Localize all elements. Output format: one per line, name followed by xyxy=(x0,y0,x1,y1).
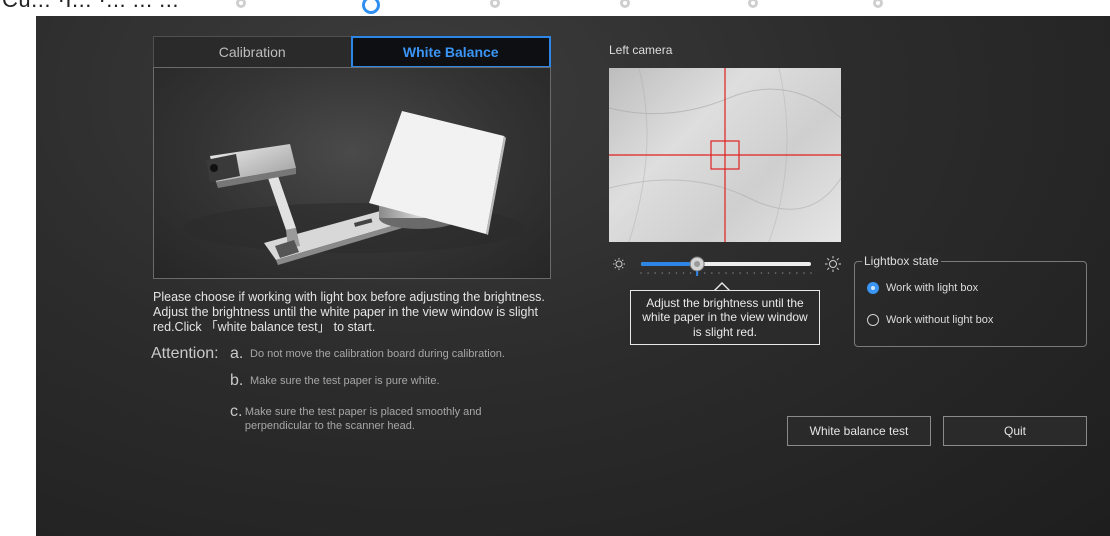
scanner-illustration xyxy=(153,67,551,279)
brightness-tick xyxy=(760,272,763,274)
attention-text: Make sure the test paper is pure white. xyxy=(250,375,440,387)
step-dot-1 xyxy=(236,0,246,8)
step-dot-3 xyxy=(490,0,500,8)
brightness-ticks xyxy=(640,272,812,274)
brightness-tick xyxy=(682,272,685,274)
brightness-tick xyxy=(661,272,664,274)
radio-label: Work without light box xyxy=(886,314,994,326)
lightbox-state-title: Lightbox state xyxy=(862,254,941,268)
instruction-text: Please choose if working with light box … xyxy=(153,290,545,334)
attention-text: Make sure the test paper is placed smoot… xyxy=(244,406,482,432)
brightness-tick xyxy=(668,272,671,274)
brightness-tick xyxy=(796,272,798,274)
attention-text: Do not move the calibration board during… xyxy=(250,348,505,360)
mode-tabs: Calibration White Balance xyxy=(153,36,551,68)
sun-small-icon xyxy=(613,258,625,270)
brightness-tick xyxy=(654,272,656,274)
attention-letter: b. xyxy=(230,372,244,389)
camera-label: Left camera xyxy=(609,43,673,57)
radio-label: Work with light box xyxy=(886,282,979,294)
brightness-tick xyxy=(689,272,692,274)
scanner-with-white-paper-image xyxy=(184,111,524,265)
brightness-tick xyxy=(803,272,805,274)
brightness-tick xyxy=(718,272,720,274)
brightness-tooltip: Adjust the brightness until the white pa… xyxy=(630,290,820,345)
attention-item-a: a. Do not move the calibration board dur… xyxy=(230,345,505,362)
brightness-tick xyxy=(788,272,791,274)
brightness-tick xyxy=(703,272,706,274)
attention-item-c: c. Make sure the test paper is placed sm… xyxy=(230,403,550,433)
camera-feed-image xyxy=(609,68,841,242)
attention-letter: a. xyxy=(230,345,244,362)
radio-work-without-light-box[interactable]: Work without light box xyxy=(867,314,993,326)
brightness-tick xyxy=(711,272,713,274)
step-dot-4 xyxy=(620,0,630,8)
brightness-tick xyxy=(675,272,678,274)
wizard-progress-strip: Cu... ·I... ·... ... ... xyxy=(0,0,1110,16)
brightness-tick xyxy=(640,272,642,274)
brightness-tick xyxy=(725,272,727,274)
brightness-tick xyxy=(781,272,784,274)
radio-checked-icon[interactable] xyxy=(867,282,879,294)
brightness-fill xyxy=(641,262,698,266)
radio-unchecked-icon[interactable] xyxy=(867,314,879,326)
brightness-tick xyxy=(810,272,812,274)
radio-work-with-light-box[interactable]: Work with light box xyxy=(867,282,978,294)
attention-letter: c. xyxy=(230,403,243,420)
clipped-header-text: Cu... ·I... ·... ... ... xyxy=(2,0,179,13)
brightness-value-marker xyxy=(696,271,699,276)
white-balance-panel: Calibration White Balance Please choose … xyxy=(36,16,1110,536)
sun-large-icon xyxy=(825,256,841,272)
lightbox-state-group: Work with light box Work without light b… xyxy=(854,261,1087,347)
brightness-tick xyxy=(753,272,756,274)
attention-item-b: b. Make sure the test paper is pure whit… xyxy=(230,372,440,389)
step-dot-6 xyxy=(873,0,883,8)
white-balance-test-button[interactable]: White balance test xyxy=(787,416,931,446)
step-dot-5 xyxy=(748,0,758,8)
brightness-tick xyxy=(647,272,649,274)
attention-label: Attention: xyxy=(151,345,219,362)
brightness-tick xyxy=(739,272,741,274)
quit-button[interactable]: Quit xyxy=(943,416,1087,446)
tab-calibration[interactable]: Calibration xyxy=(153,36,351,68)
brightness-tick xyxy=(732,272,734,274)
step-dot-2-active xyxy=(362,0,380,14)
brightness-tick xyxy=(746,272,749,274)
brightness-tick xyxy=(774,272,777,274)
tab-white-balance[interactable]: White Balance xyxy=(350,36,551,68)
brightness-slider-area xyxy=(609,254,849,278)
camera-preview xyxy=(609,68,841,242)
brightness-tick xyxy=(767,272,770,274)
